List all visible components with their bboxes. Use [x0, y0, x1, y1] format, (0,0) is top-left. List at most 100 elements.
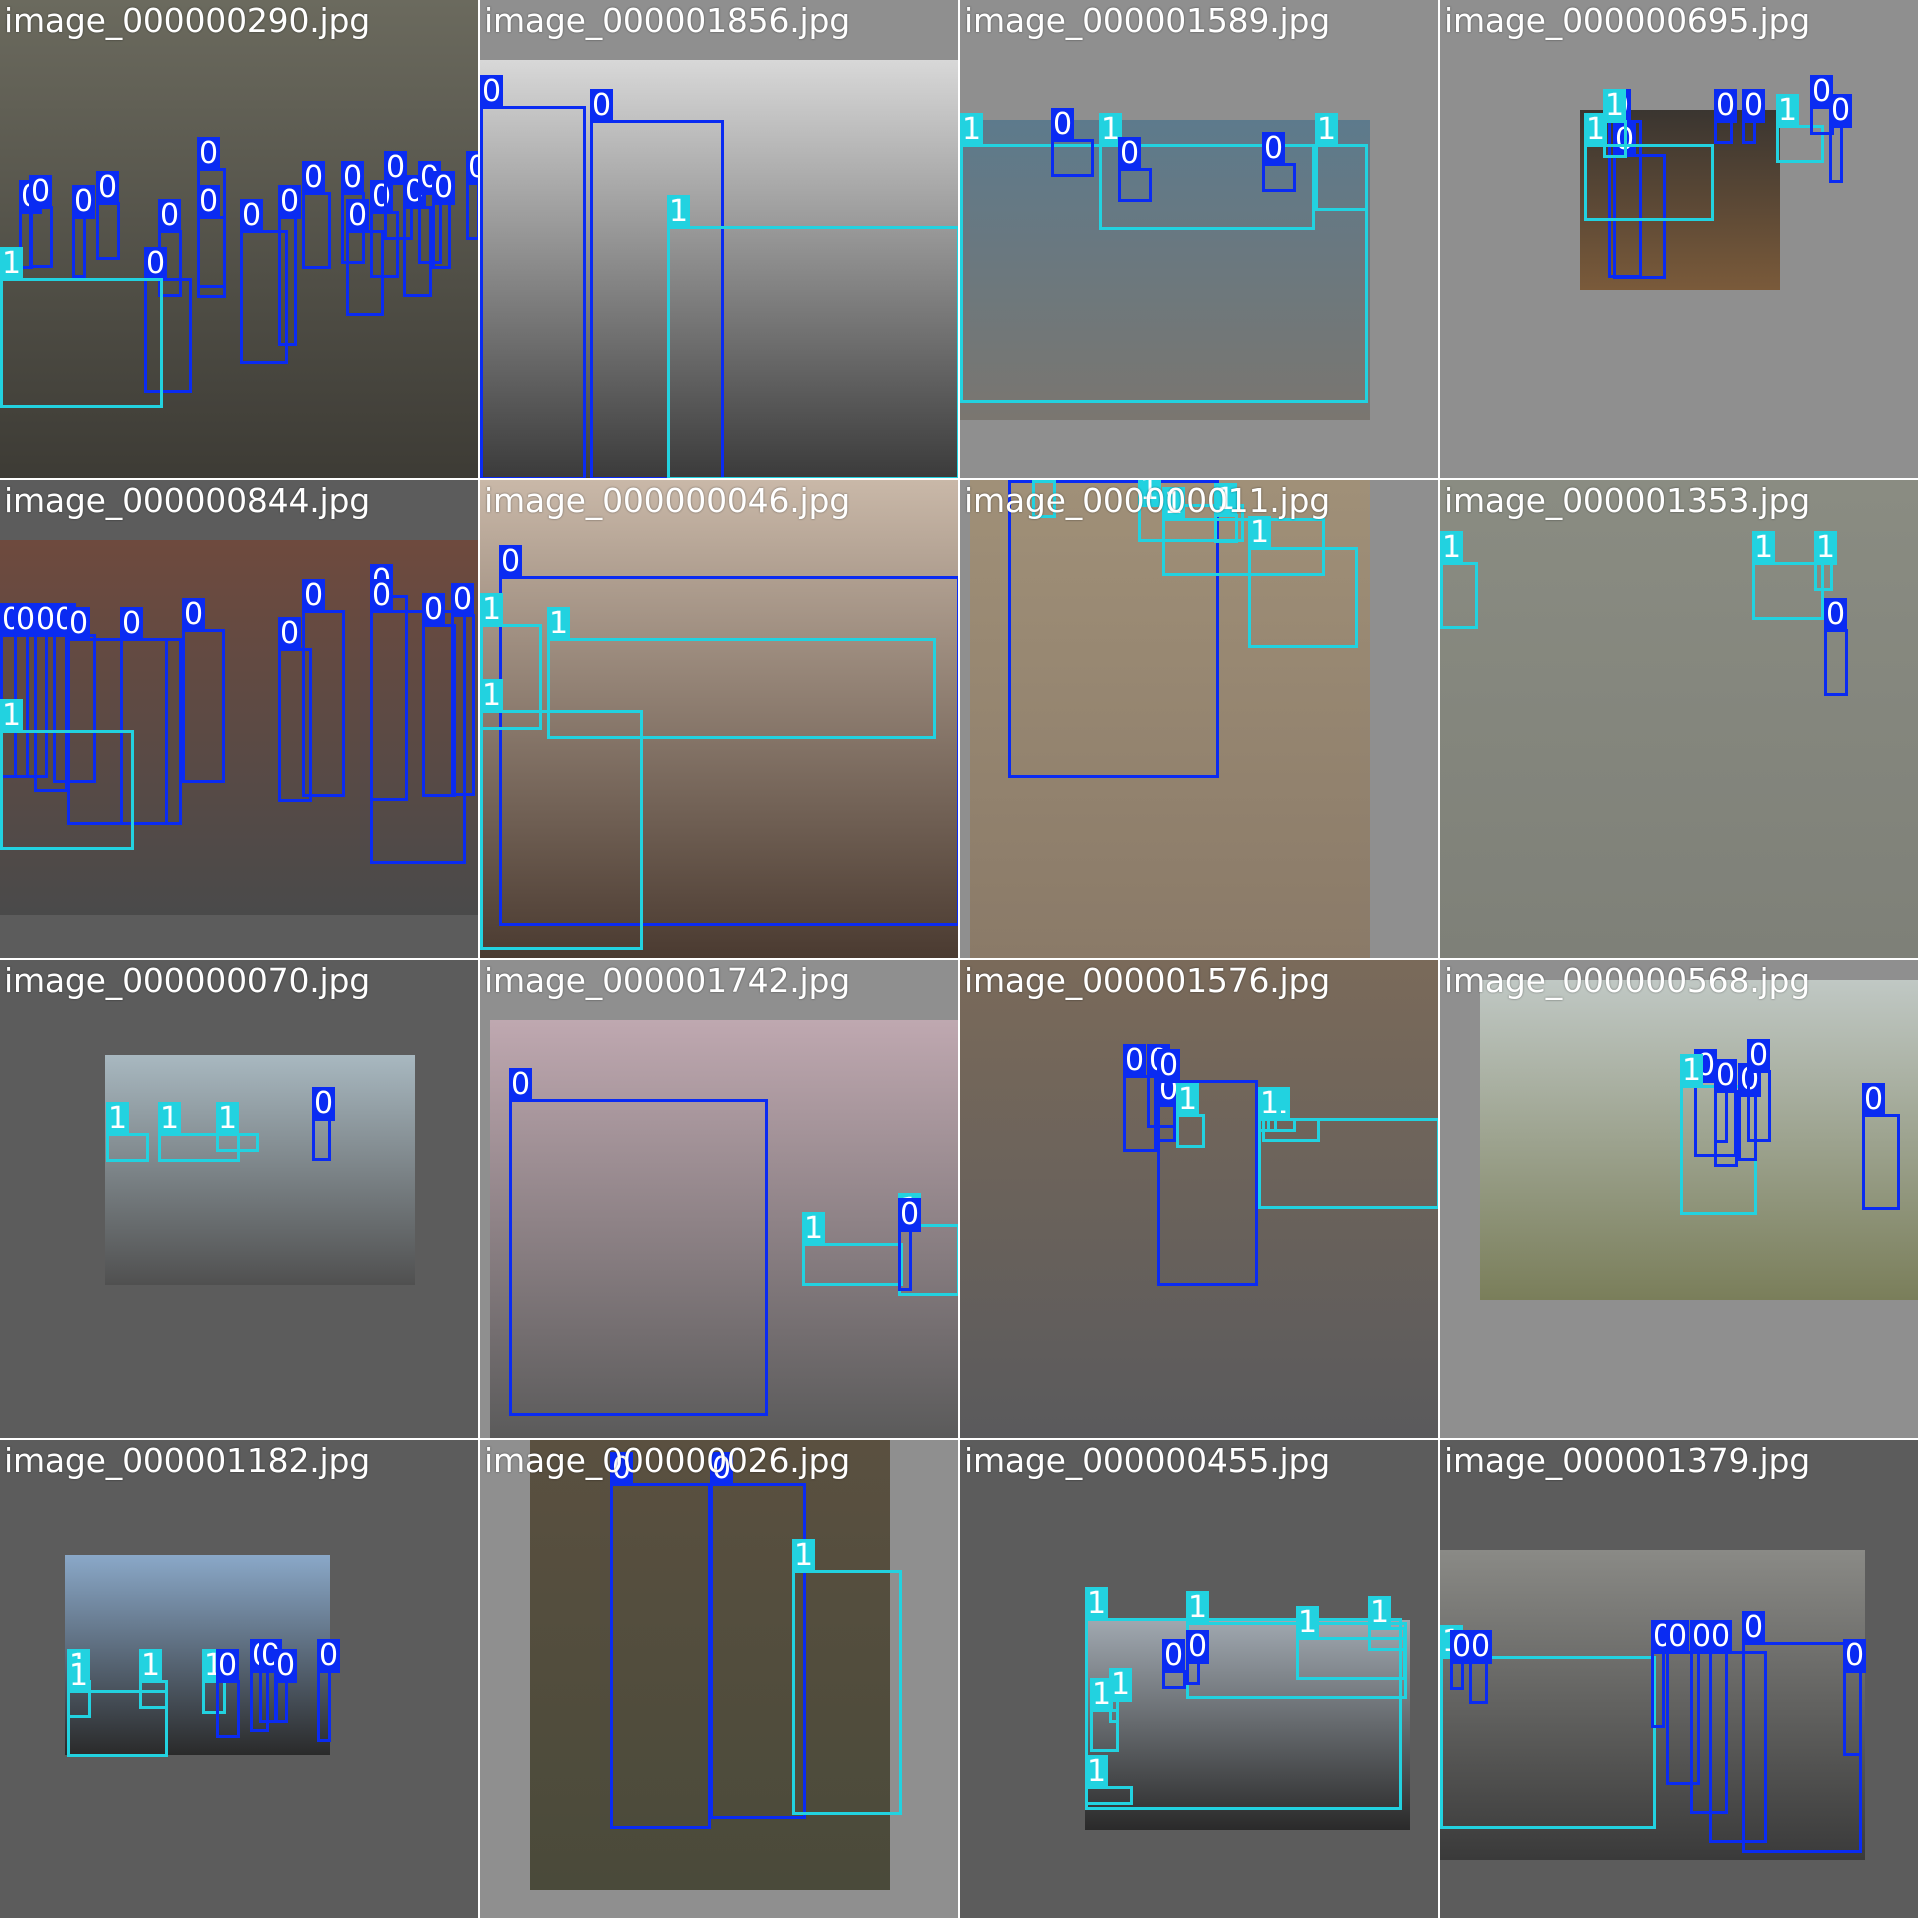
- class-label: 0: [144, 246, 168, 281]
- class-label: 1: [1109, 1667, 1133, 1702]
- detection-box-class-0: 0: [312, 1087, 336, 1161]
- class-label: 1: [158, 1101, 182, 1136]
- scene-photo: [105, 1055, 415, 1285]
- class-label: 1: [1776, 93, 1800, 128]
- detection-box-class-0: 0: [278, 185, 302, 346]
- detection-box-class-1: 1: [480, 679, 643, 950]
- detection-box-class-0: 0: [1469, 1630, 1493, 1704]
- detection-box-class-0: 0: [29, 175, 53, 268]
- class-label: 0: [197, 136, 221, 171]
- detection-box-class-1: 1: [106, 1102, 149, 1162]
- image-filename: image_000001589.jpg: [964, 1, 1330, 40]
- mosaic-tile: 100000000image_000001379.jpg: [1440, 1440, 1920, 1920]
- mosaic-tile: 1 1 1 0 image_000000070.jpg: [0, 960, 480, 1440]
- detection-box-class-0: 0: [1843, 1639, 1867, 1756]
- detection-box-class-1: 1: [1603, 89, 1627, 158]
- class-label: 0: [370, 578, 394, 613]
- mosaic-tile: 0110image_000001742.jpg: [480, 960, 960, 1440]
- detection-box-class-0: 0: [480, 75, 586, 478]
- image-filename: image_000001379.jpg: [1444, 1441, 1810, 1480]
- class-label: 0: [1123, 1043, 1147, 1078]
- class-label: 1: [1296, 1605, 1320, 1640]
- class-label: 1: [1248, 515, 1272, 550]
- mosaic-tile: 111100000image_000001182.jpg: [0, 1440, 480, 1920]
- mosaic-tile: 00000000000001image_000000844.jpg: [0, 480, 480, 960]
- class-label: 0: [302, 578, 326, 613]
- class-label: 0: [197, 184, 221, 219]
- class-label: 0: [1862, 1082, 1886, 1117]
- detection-box-class-0: 0: [1651, 1620, 1675, 1728]
- class-label: 1: [480, 678, 504, 713]
- class-label: 0: [1162, 1638, 1186, 1673]
- mosaic-tile: 0 1 1 1 image_000000046.jpg: [480, 480, 960, 960]
- image-filename: image_000000290.jpg: [4, 1, 370, 40]
- class-label: 0: [1742, 1610, 1766, 1645]
- class-label: 0: [182, 597, 206, 632]
- class-label: 1: [1440, 530, 1464, 565]
- detection-box-class-0: 0: [509, 1068, 768, 1416]
- class-label: 0: [1051, 107, 1075, 142]
- class-label: 0: [1186, 1629, 1210, 1664]
- detection-box-class-1: 1: [1440, 531, 1478, 629]
- image-filename: image_000000070.jpg: [4, 961, 370, 1000]
- class-label: 1: [480, 592, 504, 627]
- class-label: 0: [1709, 1619, 1733, 1654]
- class-label: 0: [72, 184, 96, 219]
- class-label: 0: [341, 160, 365, 195]
- class-label: 1: [1603, 88, 1627, 123]
- mosaic-tile: 00000000000000000001image_000000290.jpg: [0, 0, 480, 480]
- class-label: 0: [1824, 597, 1848, 632]
- class-label: 0: [158, 198, 182, 233]
- image-filename: image_000000568.jpg: [1444, 961, 1810, 1000]
- detection-box-class-0: 0: [1186, 1630, 1210, 1685]
- detection-box-class-0: 0: [1824, 598, 1848, 696]
- class-label: 0: [278, 616, 302, 651]
- detection-box-class-1: 1: [1258, 1087, 1438, 1209]
- class-label: 0: [1742, 88, 1766, 123]
- class-label: 0: [240, 198, 264, 233]
- class-label: 0: [1118, 136, 1142, 171]
- class-label: 0: [1157, 1048, 1181, 1083]
- class-label: 0: [1843, 1638, 1867, 1673]
- detection-box-class-0: 0: [1742, 89, 1766, 144]
- detection-box-class-0: 0: [1157, 1049, 1258, 1286]
- image-filename: image_000001742.jpg: [484, 961, 850, 1000]
- class-label: 1: [1814, 530, 1838, 565]
- mosaic-tile: 1 1 1 1 1 1 1 0 0 image_000000455.jpg: [960, 1440, 1440, 1920]
- detection-box-class-0: 0: [1714, 1059, 1738, 1167]
- mosaic-tile: 1 1 1 0 image_000001353.jpg: [1440, 480, 1920, 960]
- detection-box-class-1: 1: [0, 699, 134, 850]
- class-label: 1: [1258, 1086, 1282, 1121]
- detection-box-class-0: 0: [610, 1452, 711, 1829]
- mosaic-tile: 0 0 1 image_000001856.jpg: [480, 0, 960, 480]
- detection-box-class-0: 0: [451, 583, 475, 796]
- detection-box-class-0: 0: [1118, 137, 1152, 202]
- class-label: 0: [346, 198, 370, 233]
- mosaic-tile: 0010000image_000000568.jpg: [1440, 960, 1920, 1440]
- class-label: 1: [1680, 1053, 1704, 1088]
- class-label: 0: [422, 592, 446, 627]
- detection-box-class-0: 0: [1450, 1630, 1474, 1690]
- detection-box-class-0: 0: [317, 1639, 341, 1742]
- class-label: 0: [29, 174, 53, 209]
- image-filename: image_000001353.jpg: [1444, 481, 1810, 520]
- class-label: 1: [216, 1101, 240, 1136]
- class-label: 0: [312, 1086, 336, 1121]
- mosaic-tile: 000101111image_000001576.jpg: [960, 960, 1440, 1440]
- detection-box-class-0: 0: [302, 579, 345, 797]
- detection-box-class-0: 0: [898, 1198, 922, 1291]
- class-label: 1: [0, 246, 24, 281]
- detection-box-class-0: 0: [216, 1649, 240, 1738]
- class-label: 1: [1186, 1590, 1210, 1625]
- class-label: 0: [1747, 1038, 1771, 1073]
- scene-photo: [1440, 480, 1918, 958]
- detection-box-class-0: 0: [1714, 89, 1738, 144]
- detection-box-class-1: 1: [0, 247, 163, 408]
- image-filename: image_000001576.jpg: [964, 961, 1330, 1000]
- class-label: 1: [667, 194, 691, 229]
- class-label: 1: [802, 1211, 826, 1246]
- detection-box-class-0: 0: [1262, 132, 1296, 192]
- class-label: 0: [1666, 1619, 1690, 1654]
- detection-box-class-1: 1: [667, 195, 958, 478]
- detection-box-class-0: 0: [1829, 94, 1853, 183]
